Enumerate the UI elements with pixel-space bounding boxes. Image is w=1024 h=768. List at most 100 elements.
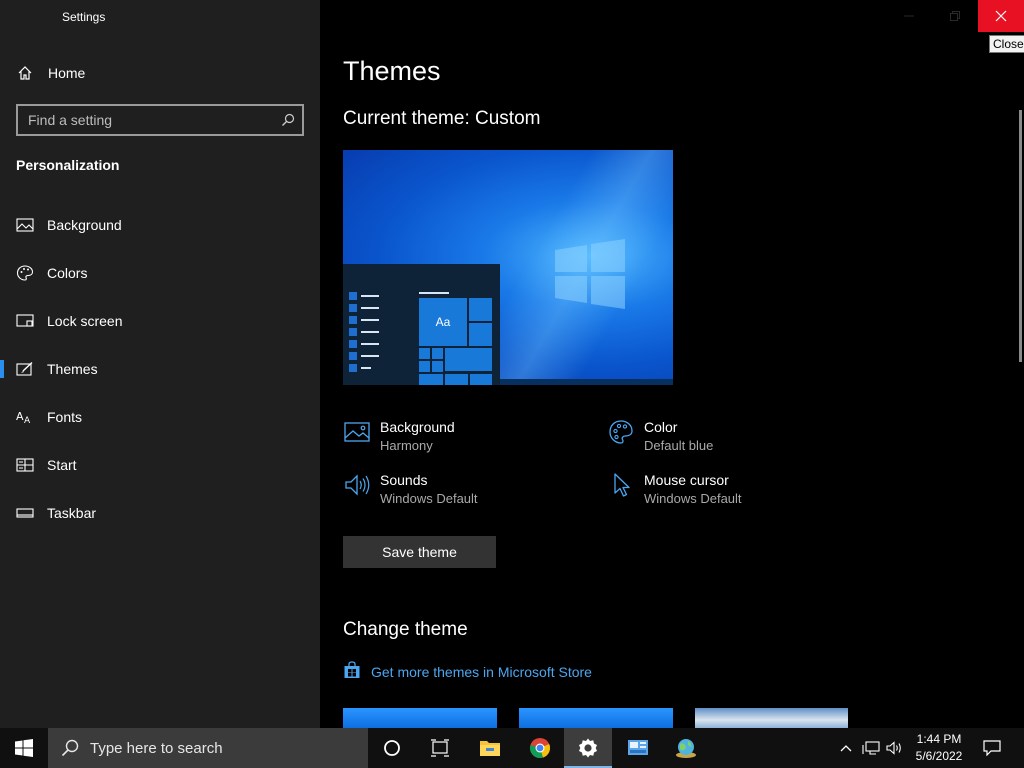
preview-tile — [432, 361, 443, 372]
taskbar-icon — [16, 504, 34, 522]
cortana-icon — [384, 740, 400, 756]
control-panel-button[interactable] — [614, 728, 662, 768]
chevron-up-icon — [840, 745, 852, 752]
sidebar-item-label: Lock screen — [47, 313, 123, 329]
preview-tile — [469, 298, 492, 321]
preview-tile — [432, 348, 443, 359]
preview-tile-large: Aa — [419, 298, 467, 346]
taskbar-search-box[interactable]: Type here to search — [48, 728, 368, 768]
color-property-link[interactable]: Color Default blue — [607, 418, 713, 456]
preview-app-line — [361, 295, 379, 297]
color-property-name: Color — [644, 419, 678, 435]
sidebar-item-taskbar[interactable]: Taskbar — [0, 489, 320, 537]
chrome-button[interactable] — [516, 728, 564, 768]
mouse-pointer-icon — [607, 471, 635, 499]
preview-app-line — [361, 343, 379, 345]
task-view-icon — [431, 739, 449, 757]
background-property-value: Harmony — [380, 438, 433, 453]
content-scrollbar[interactable] — [1019, 110, 1022, 362]
network-globe-button[interactable] — [662, 728, 710, 768]
preview-tile — [470, 374, 492, 385]
current-theme-heading: Current theme: Custom — [343, 108, 541, 129]
preview-app-line — [361, 355, 379, 357]
cortana-button[interactable] — [368, 728, 416, 768]
preview-app-line — [361, 367, 371, 369]
network-globe-icon — [676, 739, 696, 758]
sounds-property-value: Windows Default — [380, 491, 478, 506]
network-icon — [862, 741, 880, 755]
find-setting-input[interactable] — [18, 112, 274, 128]
preview-app-line — [361, 319, 379, 321]
microsoft-store-link[interactable]: Get more themes in Microsoft Store — [343, 661, 592, 682]
home-nav-item[interactable]: Home — [16, 62, 85, 84]
file-explorer-button[interactable] — [466, 728, 514, 768]
task-view-button[interactable] — [416, 728, 464, 768]
sidebar: Settings Home Personalization Background… — [0, 0, 320, 728]
windows-start-icon — [15, 739, 33, 757]
action-center-button[interactable] — [979, 728, 1005, 768]
preview-start-menu: Aa — [343, 264, 500, 385]
preview-group-header — [419, 292, 449, 294]
store-link-label: Get more themes in Microsoft Store — [371, 663, 592, 680]
palette-icon — [16, 264, 34, 282]
show-hidden-icons-button[interactable] — [834, 728, 858, 768]
theme-thumbnail[interactable] — [695, 708, 848, 728]
search-icon[interactable] — [274, 113, 302, 127]
preview-app-square — [349, 304, 357, 312]
personalization-nav: Background Colors Lock screen Themes AA … — [0, 201, 320, 537]
windows-logo-icon — [555, 239, 625, 309]
volume-tray-button[interactable] — [883, 728, 907, 768]
image-icon — [16, 216, 34, 234]
preview-tile — [419, 374, 443, 385]
background-property-name: Background — [380, 419, 455, 435]
save-theme-button[interactable]: Save theme — [343, 536, 496, 568]
change-theme-heading: Change theme — [343, 619, 468, 640]
lock-screen-icon — [16, 312, 34, 330]
search-icon — [60, 738, 80, 758]
sidebar-item-background[interactable]: Background — [0, 201, 320, 249]
background-property-link[interactable]: Background Harmony — [343, 418, 455, 456]
palette-icon — [607, 418, 635, 446]
brush-icon — [16, 360, 34, 378]
preview-app-square — [349, 364, 357, 372]
settings-taskbar-button[interactable] — [564, 728, 612, 768]
chrome-icon — [530, 738, 551, 758]
preview-taskbar — [500, 379, 673, 385]
sidebar-item-colors[interactable]: Colors — [0, 249, 320, 297]
sidebar-item-themes[interactable]: Themes — [0, 345, 320, 393]
clock-time: 1:44 PM — [916, 732, 962, 746]
volume-icon — [886, 741, 901, 755]
mouse-cursor-property-name: Mouse cursor — [644, 472, 729, 488]
preview-app-square — [349, 328, 357, 336]
sidebar-item-label: Themes — [47, 361, 98, 377]
file-explorer-icon — [480, 741, 500, 756]
sidebar-item-fonts[interactable]: AA Fonts — [0, 393, 320, 441]
sidebar-item-lock-screen[interactable]: Lock screen — [0, 297, 320, 345]
close-button[interactable] — [978, 0, 1024, 32]
minimize-icon — [904, 15, 914, 17]
theme-thumbnail[interactable] — [519, 708, 673, 728]
maximize-button[interactable] — [932, 0, 978, 32]
minimize-button[interactable] — [886, 0, 932, 32]
find-setting-search-box[interactable] — [16, 104, 304, 136]
store-bag-icon — [343, 661, 361, 682]
preview-app-line — [361, 331, 379, 333]
sidebar-item-label: Start — [47, 457, 77, 473]
clock-date: 5/6/2022 — [915, 749, 963, 763]
mouse-cursor-property-link[interactable]: Mouse cursor Windows Default — [607, 471, 742, 509]
network-tray-button[interactable] — [859, 728, 883, 768]
sidebar-item-label: Colors — [47, 265, 88, 281]
sidebar-item-start[interactable]: Start — [0, 441, 320, 489]
restore-icon — [950, 11, 960, 21]
svg-text:A: A — [24, 416, 31, 425]
close-icon — [995, 10, 1007, 22]
svg-text:A: A — [16, 410, 24, 423]
sounds-property-link[interactable]: Sounds Windows Default — [343, 471, 478, 509]
image-icon — [343, 418, 371, 446]
preview-app-square — [349, 352, 357, 360]
theme-preview-image: Aa — [343, 150, 673, 385]
taskbar-clock[interactable]: 1:44 PM 5/6/2022 — [910, 731, 968, 765]
preview-app-square — [349, 316, 357, 324]
theme-thumbnail[interactable] — [343, 708, 497, 728]
start-button[interactable] — [0, 728, 48, 768]
